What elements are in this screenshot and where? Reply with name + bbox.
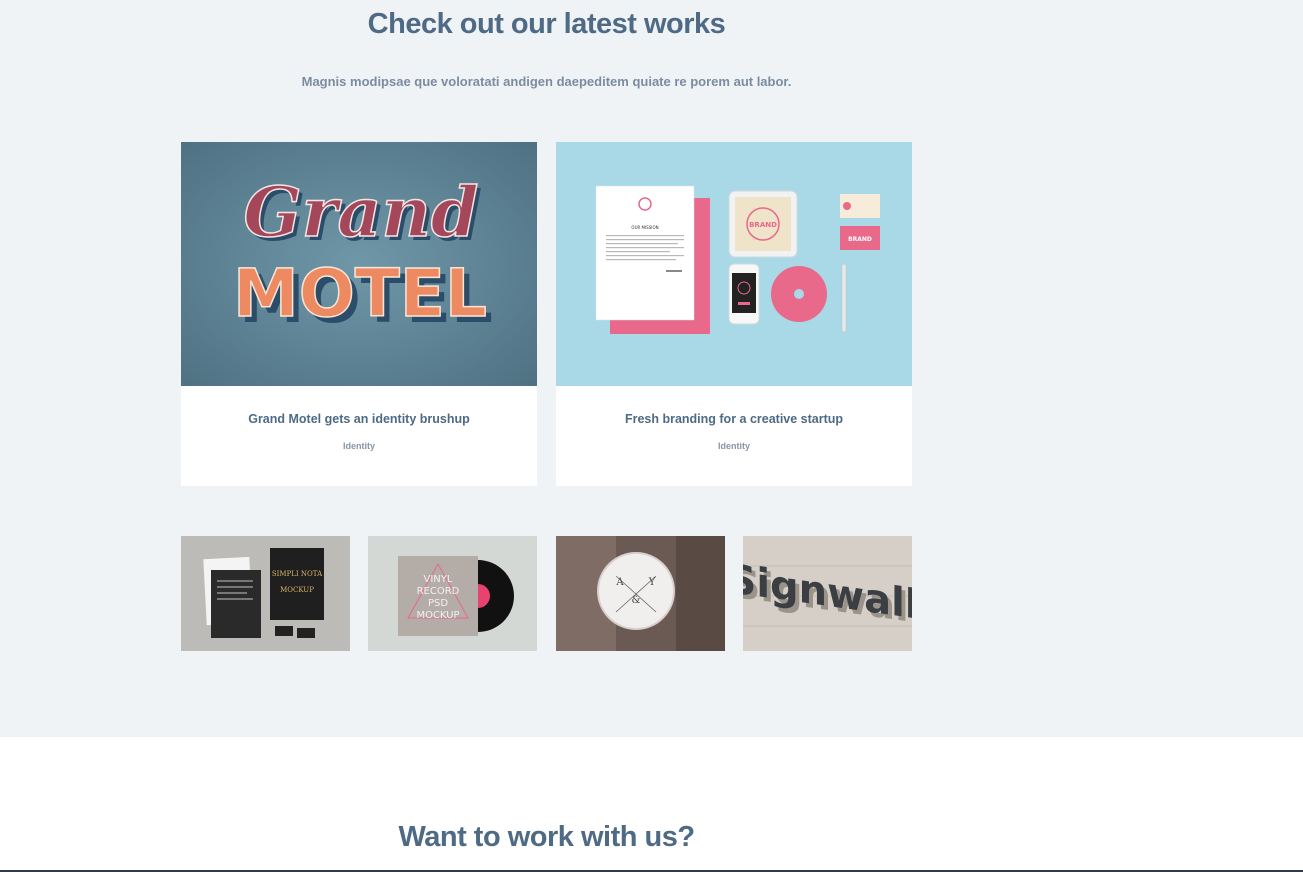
card-title[interactable]: Grand Motel gets an identity brushup [181,412,537,426]
branding-image[interactable]: OUR MISSION BRAND BRAND [556,142,912,386]
svg-text:MOCKUP: MOCKUP [416,610,459,621]
grand-motel-image[interactable]: Grand Grand MOTEL MOTEL [181,142,537,386]
thumbnail-window-sign[interactable]: A Y & [556,536,725,651]
thumbnail-stationery[interactable]: SIMPLI NOTA MOCKUP [181,536,350,651]
svg-text:OUR MISSION: OUR MISSION [631,225,658,230]
card-title[interactable]: Fresh branding for a creative startup [556,412,912,426]
svg-text:Y: Y [648,577,656,588]
portfolio-card-grand-motel[interactable]: Grand Grand MOTEL MOTEL Grand Motel gets… [181,142,537,486]
card-category[interactable]: Identity [181,441,537,451]
works-section: Check out our latest works Magnis modips… [0,0,1303,737]
svg-text:RECORD: RECORD [417,586,460,597]
svg-text:MOTEL: MOTEL [233,255,487,332]
svg-text:&: & [632,595,641,606]
card-category[interactable]: Identity [556,441,912,451]
svg-text:BRAND: BRAND [848,236,872,243]
svg-text:A: A [615,577,624,588]
cta-heading: Want to work with us? [398,821,695,853]
works-subtitle: Magnis modipsae que voloratati andigen d… [301,74,792,89]
thumbnail-signwall[interactable]: Signwall Signwall [743,536,912,651]
works-heading: Check out our latest works [367,8,726,40]
svg-text:VINYL: VINYL [424,574,453,585]
svg-text:SIMPLI NOTA: SIMPLI NOTA [272,570,323,578]
svg-text:Grand: Grand [244,173,479,253]
svg-text:BRAND: BRAND [749,221,777,229]
thumbnail-vinyl-record[interactable]: VINYL RECORD PSD MOCKUP [368,536,537,651]
svg-text:PSD: PSD [428,598,448,609]
portfolio-card-fresh-branding[interactable]: OUR MISSION BRAND BRAND Fresh branding f… [556,142,912,486]
svg-text:MOCKUP: MOCKUP [280,586,314,594]
